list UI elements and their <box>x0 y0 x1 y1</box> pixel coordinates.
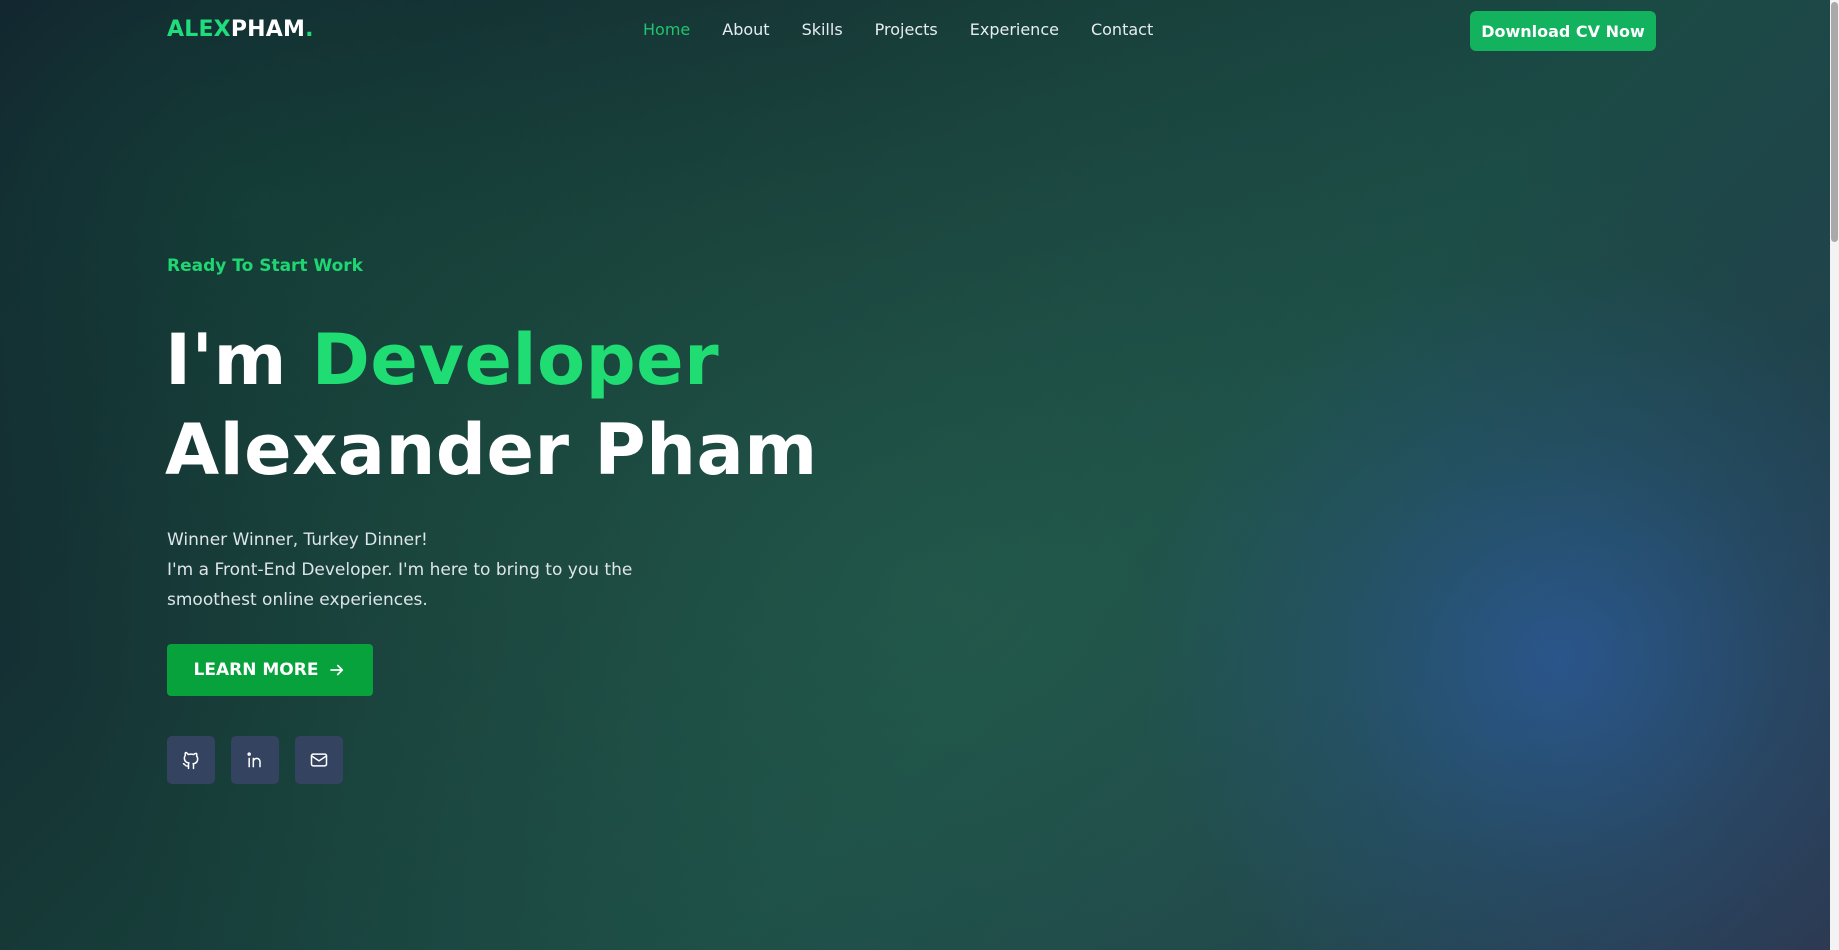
linkedin-icon <box>247 752 261 768</box>
logo-main: PHAM <box>230 17 306 42</box>
logo-dot: . <box>305 17 314 42</box>
learn-more-label: LEARN MORE <box>193 660 319 680</box>
heading-prefix: I'm <box>165 319 312 401</box>
desc-line-2: I'm a Front-End Developer. I'm here to b… <box>167 560 633 610</box>
nav-experience[interactable]: Experience <box>970 20 1059 39</box>
scrollbar-thumb[interactable] <box>1831 2 1838 242</box>
nav-skills[interactable]: Skills <box>802 20 843 39</box>
hero-heading: I'm Developer Alexander Pham <box>165 315 818 495</box>
github-icon <box>182 751 199 770</box>
social-links <box>167 736 343 784</box>
navbar: ALEXPHAM. Home About Skills Projects Exp… <box>0 0 1830 62</box>
nav-projects[interactable]: Projects <box>875 20 938 39</box>
learn-more-button[interactable]: LEARN MORE <box>167 644 373 696</box>
heading-name: Alexander Pham <box>165 409 818 491</box>
download-cv-button[interactable]: Download CV Now <box>1470 11 1656 51</box>
arrow-right-icon <box>330 664 344 676</box>
heading-role: Developer <box>311 319 720 401</box>
hero-description: Winner Winner, Turkey Dinner! I'm a Fron… <box>167 525 647 615</box>
desc-line-1: Winner Winner, Turkey Dinner! <box>167 530 428 550</box>
nav-about[interactable]: About <box>722 20 769 39</box>
mail-link[interactable] <box>295 736 343 784</box>
nav-home[interactable]: Home <box>643 20 690 39</box>
page-scrollbar[interactable] <box>1830 0 1839 950</box>
nav-contact[interactable]: Contact <box>1091 20 1153 39</box>
mail-icon <box>310 753 328 767</box>
linkedin-link[interactable] <box>231 736 279 784</box>
github-link[interactable] <box>167 736 215 784</box>
nav-links: Home About Skills Projects Experience Co… <box>643 20 1185 39</box>
hero-tagline: Ready To Start Work <box>167 256 363 276</box>
site-logo[interactable]: ALEXPHAM. <box>167 17 314 42</box>
logo-accent: ALEX <box>167 17 231 42</box>
